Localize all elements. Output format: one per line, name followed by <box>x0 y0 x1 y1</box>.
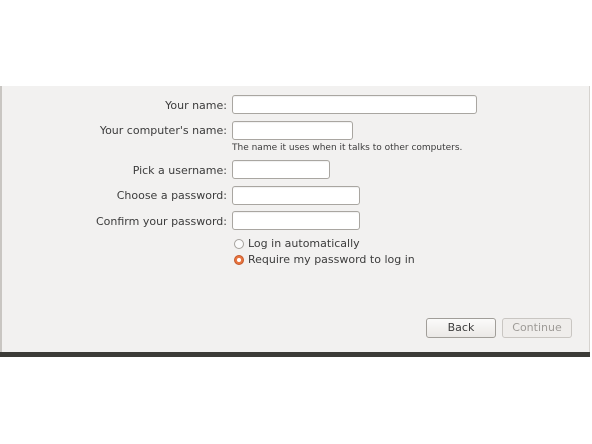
require-password-radio-icon[interactable] <box>234 254 244 265</box>
require-password-label: Require my password to log in <box>248 253 415 266</box>
back-button[interactable]: Back <box>426 318 496 338</box>
confirm-password-field[interactable] <box>232 211 360 230</box>
login-automatically-label: Log in automatically <box>248 237 360 250</box>
continue-button[interactable]: Continue <box>502 318 572 338</box>
computer-name-label: Your computer's name: <box>99 124 227 137</box>
confirm-password-label: Confirm your password: <box>95 215 227 228</box>
your-name-label: Your name: <box>165 99 227 112</box>
computer-name-field[interactable] <box>232 121 353 140</box>
username-field[interactable] <box>232 160 330 179</box>
dialog-bottom-border <box>0 352 590 357</box>
your-name-field[interactable] <box>232 95 477 114</box>
password-field[interactable] <box>232 186 360 205</box>
computer-name-hint: The name it uses when it talks to other … <box>232 143 463 153</box>
login-automatically-radio-icon[interactable] <box>234 238 244 249</box>
username-label: Pick a username: <box>132 164 227 177</box>
require-password-option[interactable]: Require my password to log in <box>234 253 415 266</box>
login-automatically-option[interactable]: Log in automatically <box>234 237 360 250</box>
password-label: Choose a password: <box>116 189 227 202</box>
